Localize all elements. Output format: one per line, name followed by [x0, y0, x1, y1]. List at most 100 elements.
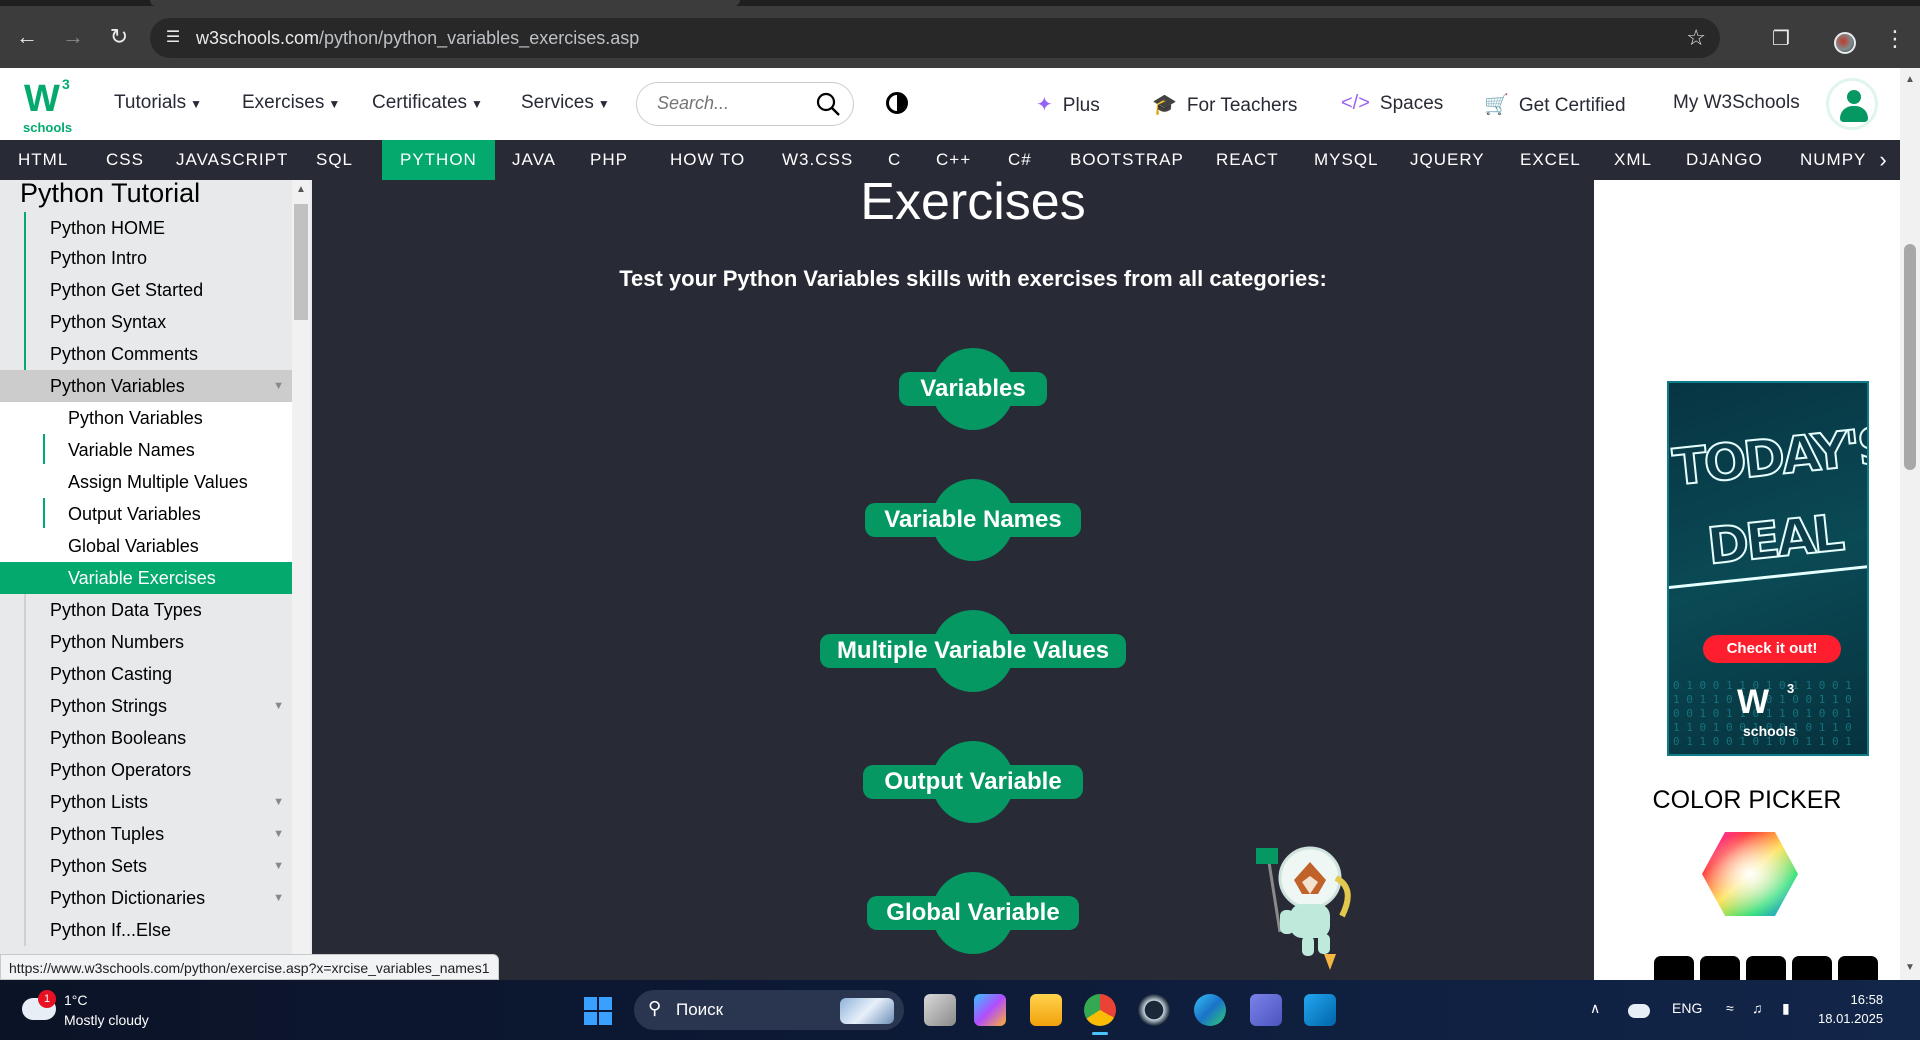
chevron-down-icon[interactable]: ▼	[273, 818, 284, 850]
sidebar-item-global-variables[interactable]: Global Variables	[0, 530, 292, 562]
spaces-link[interactable]: </> Spaces	[1341, 92, 1443, 115]
onedrive-cloud-icon[interactable]	[1628, 1004, 1650, 1018]
sidebar-item-label: Assign Multiple Values	[68, 472, 248, 492]
menu-kebab-icon[interactable]: ⋮	[1884, 28, 1906, 50]
my-w3schools-link[interactable]: My W3Schools	[1673, 92, 1800, 114]
chevron-down-icon[interactable]: ▼	[273, 882, 284, 914]
wifi-icon[interactable]: ≈	[1726, 1000, 1734, 1016]
sidebar-item-assign-multiple-values[interactable]: Assign Multiple Values	[0, 466, 292, 498]
sidebar-item-python-lists[interactable]: Python Lists ▼	[0, 786, 292, 818]
chevron-down-icon[interactable]: ▼	[273, 370, 284, 402]
page-scrollbar[interactable]: ▲ ▼	[1900, 68, 1920, 980]
taskbar-search[interactable]: ⚲ Поиск	[634, 990, 904, 1030]
extensions-icon[interactable]: ❐	[1768, 26, 1794, 52]
copilot-icon[interactable]	[974, 994, 1006, 1026]
exercises-menu[interactable]: Exercises ▼	[242, 92, 340, 114]
subnav-item-xml[interactable]: XML	[1596, 140, 1670, 180]
for-teachers-link[interactable]: 🎓 For Teachers	[1152, 92, 1297, 117]
sidebar-item-python-syntax[interactable]: Python Syntax	[0, 306, 292, 338]
file-explorer-icon[interactable]	[1030, 994, 1062, 1026]
category-button-output-variable[interactable]: Output Variable	[863, 765, 1083, 799]
get-certified-link[interactable]: 🛒 Get Certified	[1484, 92, 1626, 117]
tutorials-menu[interactable]: Tutorials ▼	[114, 92, 202, 114]
category-button-global-variable[interactable]: Global Variable	[867, 896, 1079, 930]
ad-check-it-out-button[interactable]: Check it out!	[1703, 635, 1841, 663]
volume-icon[interactable]: ♫	[1752, 1000, 1763, 1016]
category-button-variable-names[interactable]: Variable Names	[865, 503, 1081, 537]
sidebar-item-python-comments[interactable]: Python Comments	[0, 338, 292, 370]
search-icon[interactable]	[815, 91, 841, 117]
forward-arrow-icon[interactable]: →	[58, 22, 88, 52]
exercise-category[interactable]: Output Variable	[352, 741, 1594, 823]
sidebar-item-python-variables[interactable]: Python Variables ▼	[0, 370, 292, 402]
page-scroll-thumb[interactable]	[1904, 244, 1916, 470]
dark-mode-toggle-icon[interactable]	[886, 92, 908, 114]
chrome-icon[interactable]	[1084, 994, 1116, 1035]
teams-icon[interactable]	[1250, 994, 1282, 1026]
scroll-down-arrow-icon[interactable]: ▼	[1904, 962, 1916, 973]
address-bar[interactable]: ☰ w3schools.com/python/python_variables_…	[150, 18, 1720, 58]
sidebar-item-python-strings[interactable]: Python Strings ▼	[0, 690, 292, 722]
clock-date: 18.01.2025	[1818, 1011, 1884, 1026]
task-view-icon[interactable]	[924, 994, 956, 1026]
user-avatar-icon[interactable]	[1826, 78, 1878, 130]
subnav-next-arrow-icon[interactable]: ›	[1866, 140, 1900, 180]
sidebar-item-python-tuples[interactable]: Python Tuples ▼	[0, 818, 292, 850]
subnav-item-django[interactable]: DJANGO	[1668, 140, 1781, 180]
search-input[interactable]	[657, 93, 807, 114]
sidebar-item-python-dictionaries[interactable]: Python Dictionaries ▼	[0, 882, 292, 914]
w3schools-logo[interactable]: W 3 schools	[20, 76, 78, 135]
sidebar-item-python-sets[interactable]: Python Sets ▼	[0, 850, 292, 882]
sidebar-scrollbar[interactable]: ▲	[292, 180, 310, 980]
sidebar-item-python-if-else[interactable]: Python If...Else	[0, 914, 292, 946]
sidebar-scroll-thumb[interactable]	[294, 204, 308, 320]
sidebar-item-python-intro[interactable]: Python Intro	[0, 242, 292, 274]
vscode-icon[interactable]	[1304, 994, 1336, 1026]
sidebar-item-python-home[interactable]: Python HOME	[0, 212, 292, 244]
chevron-down-icon[interactable]: ▼	[273, 850, 284, 882]
exercise-category[interactable]: Variable Names	[352, 479, 1594, 561]
todays-deal-ad[interactable]: 0 1 0 0 1 1 0 1 0 1 1 0 0 11 0 1 1 0 0 1…	[1667, 381, 1869, 756]
profile-avatar-icon[interactable]	[1834, 32, 1856, 54]
edge-icon[interactable]	[1194, 994, 1226, 1026]
sidebar-item-python-get-started[interactable]: Python Get Started	[0, 274, 292, 306]
sidebar-item-label: Python Dictionaries	[50, 888, 206, 908]
sidebar-item-python-booleans[interactable]: Python Booleans	[0, 722, 292, 754]
language-indicator[interactable]: ENG	[1672, 1000, 1702, 1016]
reload-icon[interactable]: ↻	[104, 22, 134, 52]
exercise-category[interactable]: Global Variable	[352, 872, 1594, 954]
scroll-up-arrow-icon[interactable]: ▲	[294, 184, 308, 195]
sidebar-item-python-numbers[interactable]: Python Numbers	[0, 626, 292, 658]
subnav-item-css[interactable]: CSS	[88, 140, 162, 180]
chevron-down-icon[interactable]: ▼	[273, 690, 284, 722]
steam-icon[interactable]	[1138, 994, 1170, 1026]
sidebar-item-python-casting[interactable]: Python Casting	[0, 658, 292, 690]
search-box[interactable]	[636, 82, 854, 126]
bookmark-star-icon[interactable]: ☆	[1686, 26, 1706, 50]
system-clock[interactable]: 16:58 18.01.2025	[1818, 990, 1883, 1028]
windows-start-icon[interactable]	[584, 997, 612, 1025]
sidebar-item-python-variables[interactable]: Python Variables	[0, 402, 292, 434]
plus-link[interactable]: ✦ Plus	[1036, 92, 1100, 117]
sidebar-item-variable-exercises[interactable]: Variable Exercises	[0, 562, 292, 594]
tray-overflow-chevron-icon[interactable]: ∧	[1590, 1000, 1600, 1017]
chevron-down-icon[interactable]: ▼	[273, 786, 284, 818]
color-picker-hexagon-icon[interactable]	[1700, 830, 1800, 918]
subnav-item-html[interactable]: HTML	[0, 140, 86, 180]
category-button-variables[interactable]: Variables	[899, 372, 1047, 406]
sidebar-item-python-operators[interactable]: Python Operators	[0, 754, 292, 786]
exercise-category[interactable]: Variables	[352, 348, 1594, 430]
sidebar-item-python-data-types[interactable]: Python Data Types	[0, 594, 292, 626]
sidebar-title: Python Tutorial	[20, 178, 201, 208]
category-button-multiple-variable-values[interactable]: Multiple Variable Values	[820, 634, 1126, 668]
site-settings-icon[interactable]: ☰	[162, 27, 184, 49]
back-arrow-icon[interactable]: ←	[12, 22, 42, 52]
subnav-item-javascript[interactable]: JAVASCRIPT	[158, 140, 306, 180]
address-url[interactable]: w3schools.com/python/python_variables_ex…	[196, 18, 639, 58]
certificates-menu[interactable]: Certificates ▼	[372, 92, 483, 114]
sidebar-item-label: Python Operators	[50, 760, 192, 780]
exercise-category[interactable]: Multiple Variable Values	[352, 610, 1594, 692]
battery-icon[interactable]: ▮	[1782, 1000, 1790, 1017]
scroll-up-arrow-icon[interactable]: ▲	[1904, 74, 1916, 85]
services-menu[interactable]: Services ▼	[521, 92, 610, 114]
